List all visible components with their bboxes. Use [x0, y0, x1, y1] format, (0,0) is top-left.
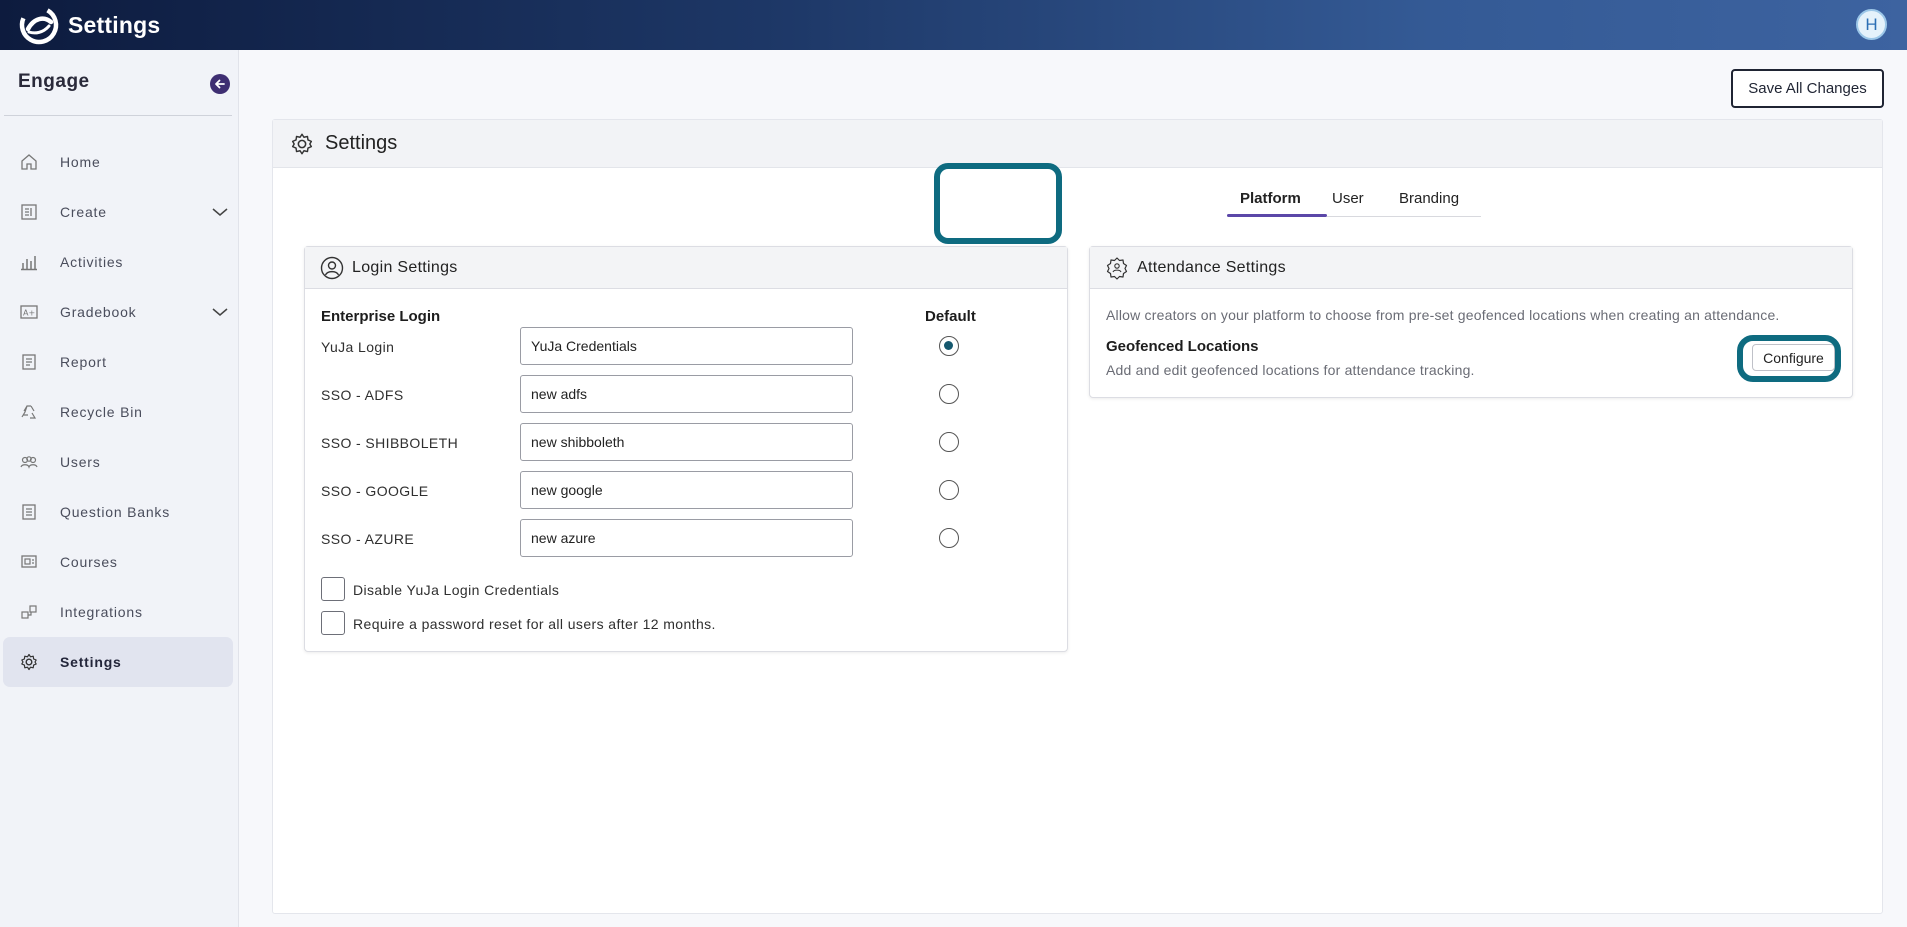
arrow-left-icon [215, 79, 225, 89]
sidebar-item-label: Recycle Bin [60, 404, 143, 420]
yuja-login-input[interactable] [520, 327, 853, 365]
sso-azure-input[interactable] [520, 519, 853, 557]
tab-platform[interactable]: Platform [1240, 190, 1301, 207]
recycle-icon [18, 401, 40, 423]
sidebar-item-label: Home [60, 154, 101, 170]
platform-tab-highlight [934, 163, 1062, 244]
users-icon [18, 451, 40, 473]
attendance-description: Allow creators on your platform to choos… [1106, 307, 1780, 323]
active-tab-indicator [1227, 214, 1327, 217]
login-row-label: YuJa Login [321, 339, 395, 355]
checkbox-label: Disable YuJa Login Credentials [353, 582, 560, 598]
chevron-down-icon[interactable] [210, 202, 230, 222]
checkbox-label: Require a password reset for all users a… [353, 616, 716, 632]
geofenced-locations-title: Geofenced Locations [1106, 338, 1259, 355]
login-settings-header: Login Settings [305, 247, 1067, 289]
default-radio-azure[interactable] [939, 528, 959, 548]
save-all-changes-button[interactable]: Save All Changes [1731, 69, 1884, 108]
sso-adfs-input[interactable] [520, 375, 853, 413]
sidebar-item-report[interactable]: Report [3, 337, 233, 387]
attendance-settings-title: Attendance Settings [1137, 258, 1286, 276]
svg-text:A+: A+ [23, 309, 35, 318]
chevron-down-icon[interactable] [210, 302, 230, 322]
report-icon [18, 351, 40, 373]
attendance-settings-header: Attendance Settings [1090, 247, 1852, 289]
question-bank-icon [18, 501, 40, 523]
sidebar-item-courses[interactable]: Courses [3, 537, 233, 587]
sidebar-item-label: Report [60, 354, 107, 370]
user-circle-icon [320, 256, 344, 280]
tab-divider [1327, 216, 1481, 217]
password-reset-checkbox[interactable] [321, 611, 345, 635]
sidebar-header: Engage [4, 50, 232, 116]
default-radio-adfs[interactable] [939, 384, 959, 404]
user-avatar[interactable]: H [1856, 9, 1887, 40]
geofenced-locations-description: Add and edit geofenced locations for att… [1106, 362, 1475, 378]
enterprise-login-header: Enterprise Login [321, 308, 441, 325]
gear-icon [18, 651, 40, 673]
page-title: Settings [325, 132, 398, 154]
sidebar-item-recycle-bin[interactable]: Recycle Bin [3, 387, 233, 437]
sidebar-item-label: Gradebook [60, 304, 137, 320]
login-row-label: SSO - ADFS [321, 387, 404, 403]
courses-icon [18, 551, 40, 573]
settings-panel-header: Settings [273, 120, 1882, 168]
sidebar-item-label: Activities [60, 254, 124, 270]
default-radio-google[interactable] [939, 480, 959, 500]
sso-google-input[interactable] [520, 471, 853, 509]
sidebar-item-activities[interactable]: Activities [3, 237, 233, 287]
sidebar-item-label: Question Banks [60, 504, 171, 520]
sidebar-item-create[interactable]: Create [3, 187, 233, 237]
create-icon [18, 201, 40, 223]
sidebar-item-settings[interactable]: Settings [3, 637, 233, 687]
sidebar-item-label: Users [60, 454, 101, 470]
sidebar-item-label: Integrations [60, 604, 143, 620]
sidebar-nav: Home Create Activities A+ Gradebook Repo… [0, 137, 239, 687]
tab-branding[interactable]: Branding [1399, 190, 1459, 207]
bar-chart-icon [18, 251, 40, 273]
attendance-badge-icon [1105, 256, 1129, 280]
sidebar: Engage Home Create Activities A+ Gradebo… [0, 50, 239, 927]
login-row-label: SSO - AZURE [321, 531, 415, 547]
sidebar-item-label: Courses [60, 554, 118, 570]
integrations-icon [18, 601, 40, 623]
top-bar: Settings H [0, 0, 1907, 50]
tab-user[interactable]: User [1332, 190, 1364, 207]
home-icon [18, 151, 40, 173]
sidebar-item-question-banks[interactable]: Question Banks [3, 487, 233, 537]
attendance-settings-card: Attendance Settings Allow creators on yo… [1089, 246, 1853, 398]
sidebar-item-label: Create [60, 204, 107, 220]
sidebar-item-gradebook[interactable]: A+ Gradebook [3, 287, 233, 337]
gradebook-icon: A+ [18, 301, 40, 323]
sidebar-item-label: Settings [60, 654, 122, 670]
sidebar-title: Engage [18, 71, 90, 92]
disable-yuja-login-checkbox[interactable] [321, 577, 345, 601]
sidebar-item-integrations[interactable]: Integrations [3, 587, 233, 637]
sidebar-item-home[interactable]: Home [3, 137, 233, 187]
sidebar-item-users[interactable]: Users [3, 437, 233, 487]
login-row-label: SSO - SHIBBOLETH [321, 435, 459, 451]
default-header: Default [925, 308, 976, 325]
default-radio-shibboleth[interactable] [939, 432, 959, 452]
login-settings-title: Login Settings [352, 258, 458, 276]
default-radio-yuja[interactable] [939, 336, 959, 356]
sso-shibboleth-input[interactable] [520, 423, 853, 461]
login-row-label: SSO - GOOGLE [321, 483, 429, 499]
configure-button-highlight [1737, 335, 1841, 382]
login-settings-card: Login Settings Enterprise Login Default … [304, 246, 1068, 652]
app-title: Settings [68, 11, 161, 38]
yuja-logo-icon [18, 4, 60, 46]
collapse-sidebar-button[interactable] [210, 74, 230, 94]
gear-icon [289, 131, 315, 157]
